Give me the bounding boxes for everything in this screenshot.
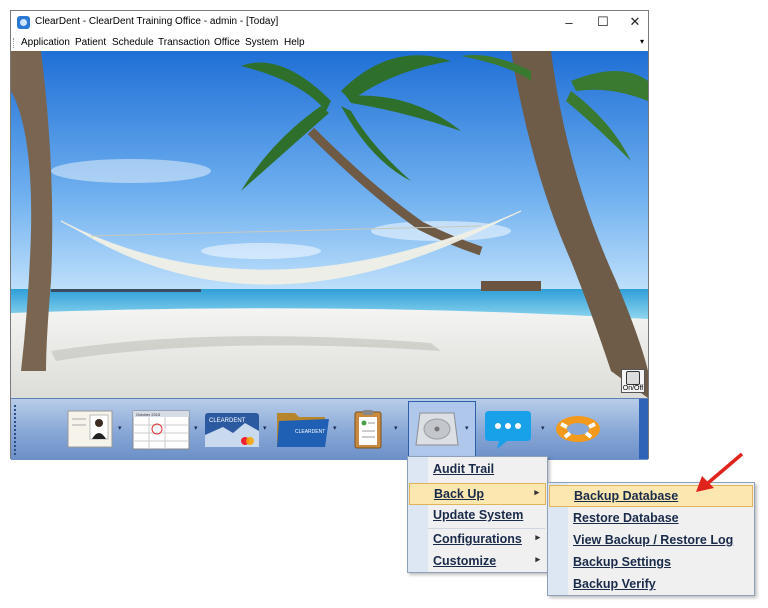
back-up-label: Back Up	[434, 487, 485, 501]
menu-patient[interactable]: Patient	[75, 37, 106, 48]
menu-office[interactable]: Office	[214, 37, 240, 48]
system-dropdown-caret[interactable]: ▾	[465, 424, 469, 432]
menu-item-customize[interactable]: Customize ▸	[409, 551, 546, 573]
menu-help[interactable]: Help	[284, 37, 305, 48]
menu-item-update-system[interactable]: Update System	[409, 505, 546, 527]
submenu-item-view-backup-restore-log[interactable]: View Backup / Restore Log	[549, 530, 753, 552]
window-title: ClearDent - ClearDent Training Office - …	[35, 16, 279, 27]
patient-photo-icon[interactable]	[66, 407, 114, 451]
schedule-dropdown-caret[interactable]: ▾	[194, 424, 198, 432]
monitor-icon	[626, 371, 640, 385]
backup-database-label: Backup Database	[574, 489, 679, 503]
office-dropdown-caret[interactable]: ▾	[333, 424, 337, 432]
submenu-arrow-icon: ▸	[535, 532, 540, 542]
submenu-arrow-icon: ▸	[534, 487, 539, 497]
chart-dropdown-caret[interactable]: ▾	[394, 424, 398, 432]
on-off-toggle-button[interactable]: On/Off	[621, 369, 645, 393]
backup-settings-label: Backup Settings	[573, 555, 671, 569]
close-button[interactable]: ✕	[618, 11, 652, 33]
menubar-overflow-chevron[interactable]: ▾	[640, 37, 644, 46]
maximize-button[interactable]: ☐	[586, 11, 620, 33]
menu-transaction[interactable]: Transaction	[158, 37, 210, 48]
hard-drive-icon[interactable]	[414, 407, 460, 451]
calendar-schedule-icon[interactable]: October 2015	[131, 407, 191, 451]
beach-wallpaper	[11, 51, 648, 398]
chat-bubbles-icon[interactable]	[483, 407, 533, 451]
menu-application[interactable]: Application	[21, 37, 70, 48]
menubar-grip	[13, 38, 16, 48]
menu-system[interactable]: System	[245, 37, 278, 48]
cleardent-window: ClearDent - ClearDent Training Office - …	[10, 10, 649, 460]
chat-dropdown-caret[interactable]: ▾	[541, 424, 545, 432]
submenu-item-backup-settings[interactable]: Backup Settings	[549, 552, 753, 574]
backup-verify-label: Backup Verify	[573, 577, 656, 591]
patient-folders-icon[interactable]: CLEARDENT	[273, 407, 331, 451]
lifebuoy-help-icon[interactable]	[551, 407, 605, 451]
system-tool-selected-frame[interactable]: ▾	[408, 401, 476, 457]
menu-item-back-up[interactable]: Back Up ▸	[409, 483, 546, 505]
submenu-item-backup-verify[interactable]: Backup Verify	[549, 574, 753, 596]
app-launcher-dock: ▾ October 2015 ▾ CLEARDENT ▾ CLEARDENT ▾	[11, 398, 648, 460]
configurations-label: Configurations	[433, 532, 522, 546]
calendar-header-text: October 2015	[136, 412, 161, 417]
backup-submenu: Backup Database Restore Database View Ba…	[547, 482, 755, 596]
clipboard-chart-icon[interactable]	[351, 407, 385, 451]
cleardent-app-icon	[17, 16, 30, 29]
audit-trail-label: Audit Trail	[433, 462, 495, 476]
patient-dropdown-caret[interactable]: ▾	[118, 424, 122, 432]
cleardent-payment-card-icon[interactable]: CLEARDENT	[203, 407, 261, 451]
on-off-label: On/Off	[622, 385, 644, 392]
menu-item-configurations[interactable]: Configurations ▸	[409, 529, 546, 551]
menu-schedule[interactable]: Schedule	[112, 37, 154, 48]
customize-label: Customize	[433, 554, 497, 568]
restore-database-label: Restore Database	[573, 511, 679, 525]
dock-right-edge	[639, 399, 648, 459]
folder-brand-text: CLEARDENT	[295, 429, 325, 435]
card-brand-text: CLEARDENT	[209, 418, 246, 424]
transaction-dropdown-caret[interactable]: ▾	[263, 424, 267, 432]
submenu-arrow-icon: ▸	[535, 554, 540, 564]
dock-grip	[14, 405, 18, 455]
update-system-label: Update System	[433, 508, 524, 522]
pointer-arrow-icon	[696, 452, 744, 492]
menu-item-audit-trail[interactable]: Audit Trail	[409, 459, 546, 481]
system-dropdown-menu: Audit Trail Back Up ▸ Update System Confi…	[407, 456, 548, 573]
menu-bar: Application Patient Schedule Transaction…	[11, 35, 648, 52]
view-log-label: View Backup / Restore Log	[573, 533, 734, 547]
minimize-button[interactable]: –	[552, 11, 586, 33]
submenu-item-restore-database[interactable]: Restore Database	[549, 508, 753, 530]
title-bar: ClearDent - ClearDent Training Office - …	[11, 11, 648, 35]
